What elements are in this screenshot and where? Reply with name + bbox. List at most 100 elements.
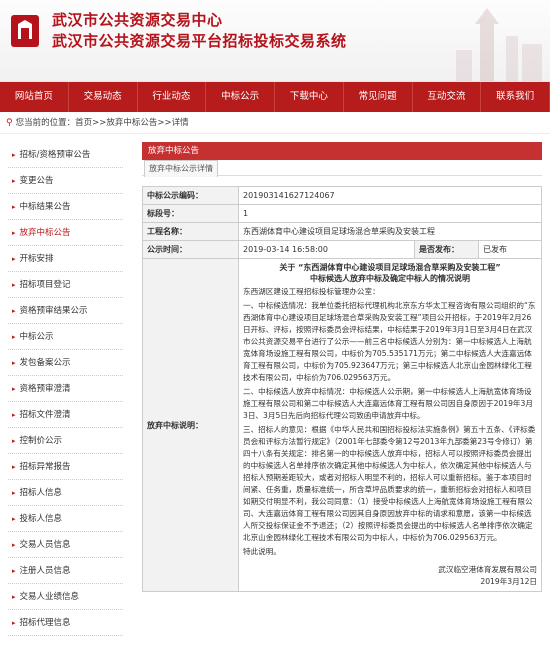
sidebar-item-label: 控制价公示: [19, 436, 63, 446]
sidebar-item-abandon-award[interactable]: ▸ 放弃中标公告: [8, 220, 123, 246]
announcement-para-1: 一、中标候选情况：我单位委托招标代理机构北京东方华太工程咨询有限公司组织的“东西…: [243, 301, 536, 382]
project-label: 工程名称：: [142, 222, 239, 241]
breadcrumb-text: 您当前的位置：首页>>放弃中标公告>>详情: [15, 118, 189, 128]
sidebar-item-label: 资格预审结果公示: [19, 306, 88, 316]
sidebar-item-label: 注册人员信息: [19, 566, 71, 576]
sidebar-item-label: 交易人业绩信息: [19, 592, 80, 602]
signature-date: 2019年3月12日: [480, 577, 537, 586]
sidebar-item-bidder-info[interactable]: ▸ 投标人信息: [8, 506, 123, 532]
announcement-body: 关于 “东西湖体育中心建设项目足球场混合草采购及安装工程” 中标候选人放弃中标及…: [238, 258, 542, 592]
sidebar-item-agent-info[interactable]: ▸ 招标代理信息: [8, 610, 123, 636]
sidebar-item-label: 招标/资格预审公告: [19, 150, 91, 160]
arrow-icon: ▸: [12, 359, 16, 367]
sidebar-item-label: 中标公示: [19, 332, 54, 342]
panel-title: 放弃中标公告: [142, 142, 542, 160]
nav-interaction[interactable]: 互动交流: [413, 82, 482, 112]
main-content: 放弃中标公告 放弃中标公示详情 中标公示编码： 2019031416271240…: [142, 142, 542, 636]
announcement-signature: 武汉临空港体育发展有限公司 2019年3月12日: [243, 564, 537, 588]
arrow-icon: ▸: [12, 489, 16, 497]
nav-contact[interactable]: 联系我们: [481, 82, 550, 112]
sidebar-item-label: 开标安排: [19, 254, 54, 264]
arrow-icon: ▸: [12, 307, 16, 315]
nav-bid-publicity[interactable]: 中标公示: [206, 82, 275, 112]
site-header: 武汉市公共资源交易中心 武汉市公共资源交易平台招标投标交易系统: [0, 0, 550, 82]
sidebar-item-opening-schedule[interactable]: ▸ 开标安排: [8, 246, 123, 272]
arrow-icon: ▸: [12, 593, 16, 601]
sidebar-item-bid-announcement[interactable]: ▸ 招标/资格预审公告: [8, 142, 123, 168]
sidebar-item-trader-performance[interactable]: ▸ 交易人业绩信息: [8, 584, 123, 610]
sidebar-item-anomaly-report[interactable]: ▸ 招标异常报告: [8, 454, 123, 480]
arrow-icon: ▸: [12, 151, 16, 159]
announcement-para-4: 特此说明。: [243, 547, 281, 556]
sidebar-item-prequal-clarify[interactable]: ▸ 资格预审澄清: [8, 376, 123, 402]
sidebar-item-label: 变更公告: [19, 176, 54, 186]
arrow-icon: ▸: [12, 255, 16, 263]
signature-company: 武汉临空港体育发展有限公司: [438, 565, 537, 574]
detail-table: 中标公示编码： 201903141627124067 标段号： 1 工程名称： …: [142, 186, 542, 592]
arrow-icon: ▸: [12, 463, 16, 471]
arrow-icon: ▸: [12, 281, 16, 289]
nav-trading-news[interactable]: 交易动态: [69, 82, 138, 112]
nav-faq[interactable]: 常见问题: [344, 82, 413, 112]
site-title: 武汉市公共资源交易中心 武汉市公共资源交易平台招标投标交易系统: [52, 10, 347, 52]
time-value: 2019-03-14 16:58:00: [237, 240, 416, 259]
arrow-icon: ▸: [12, 385, 16, 393]
main-nav: 网站首页 交易动态 行业动态 中标公示 下载中心 常见问题 互动交流 联系我们: [0, 82, 550, 112]
tab-abandon-detail[interactable]: 放弃中标公示详情: [144, 160, 218, 177]
sidebar-item-label: 中标结果公告: [19, 202, 71, 212]
sidebar-item-label: 放弃中标公告: [19, 228, 71, 238]
nav-download[interactable]: 下载中心: [275, 82, 344, 112]
arrow-icon: ▸: [12, 177, 16, 185]
project-value: 东西湖体育中心建设项目足球场混合草采购及安装工程: [238, 222, 542, 241]
arrow-icon: ▸: [12, 515, 16, 523]
section-value: 1: [238, 204, 542, 223]
sidebar-item-award-result[interactable]: ▸ 中标结果公告: [8, 194, 123, 220]
nav-industry-news[interactable]: 行业动态: [138, 82, 207, 112]
sidebar-item-label: 投标人信息: [19, 514, 63, 524]
announcement-para-3: 三、招标人的意见：根据《中华人民共和国招标投标法实施条例》第五十五条、《评标委员…: [243, 425, 536, 542]
code-value: 201903141627124067: [238, 186, 542, 205]
sidebar-item-prequal-result[interactable]: ▸ 资格预审结果公示: [8, 298, 123, 324]
location-icon: ⚲: [6, 118, 13, 128]
breadcrumb: ⚲ 您当前的位置：首页>>放弃中标公告>>详情: [0, 112, 550, 134]
sidebar-item-label: 招标人信息: [19, 488, 63, 498]
sidebar-item-registered-staff[interactable]: ▸ 注册人员信息: [8, 558, 123, 584]
arrow-icon: ▸: [12, 567, 16, 575]
sidebar-item-label: 招标项目登记: [19, 280, 71, 290]
announcement-para-2: 二、中标候选人放弃中标情况：中标候选人公示期，第一中标候选人上海航宽体育场设施工…: [243, 387, 533, 420]
arrow-icon: ▸: [12, 203, 16, 211]
time-label: 公示时间：: [142, 240, 239, 259]
arrow-icon: ▸: [12, 541, 16, 549]
nav-home[interactable]: 网站首页: [0, 82, 69, 112]
sidebar-item-label: 招标代理信息: [19, 618, 71, 628]
sidebar-item-control-price[interactable]: ▸ 控制价公示: [8, 428, 123, 454]
announcement-addressee: 东西湖区建设工程招标投标管理办公室：: [243, 287, 380, 296]
sidebar-item-award-publicity[interactable]: ▸ 中标公示: [8, 324, 123, 350]
sidebar-item-label: 招标异常报告: [19, 462, 71, 472]
arrow-icon: ▸: [12, 333, 16, 341]
announcement-title-1: 关于 “东西湖体育中心建设项目足球场混合草采购及安装工程”: [279, 263, 501, 272]
sidebar-item-label: 交易人员信息: [19, 540, 71, 550]
site-logo: [11, 15, 39, 47]
sidebar-item-tenderer-info[interactable]: ▸ 招标人信息: [8, 480, 123, 506]
status-label: 是否发布：: [414, 240, 480, 259]
sidebar-item-trader-info[interactable]: ▸ 交易人员信息: [8, 532, 123, 558]
skyline-decoration: [456, 8, 542, 81]
sidebar-item-label: 招标文件澄清: [19, 410, 71, 420]
announcement-title-2: 中标候选人放弃中标及确定中标人的情况说明: [310, 274, 470, 283]
desc-label: 放弃中标说明：: [142, 258, 239, 592]
sidebar-item-change-notice[interactable]: ▸ 变更公告: [8, 168, 123, 194]
arrow-icon: ▸: [12, 619, 16, 627]
site-title-line2: 武汉市公共资源交易平台招标投标交易系统: [52, 32, 347, 50]
sidebar-item-doc-clarify[interactable]: ▸ 招标文件澄清: [8, 402, 123, 428]
code-label: 中标公示编码：: [142, 186, 239, 205]
arrow-icon: ▸: [12, 229, 16, 237]
status-value: 已发布: [478, 240, 542, 259]
sidebar-item-project-registration[interactable]: ▸ 招标项目登记: [8, 272, 123, 298]
section-label: 标段号：: [142, 204, 239, 223]
sidebar-item-label: 资格预审澄清: [19, 384, 71, 394]
arrow-icon: ▸: [12, 411, 16, 419]
sidebar-item-contract-filing[interactable]: ▸ 发包备案公示: [8, 350, 123, 376]
arrow-icon: ▸: [12, 437, 16, 445]
sidebar-item-label: 发包备案公示: [19, 358, 71, 368]
